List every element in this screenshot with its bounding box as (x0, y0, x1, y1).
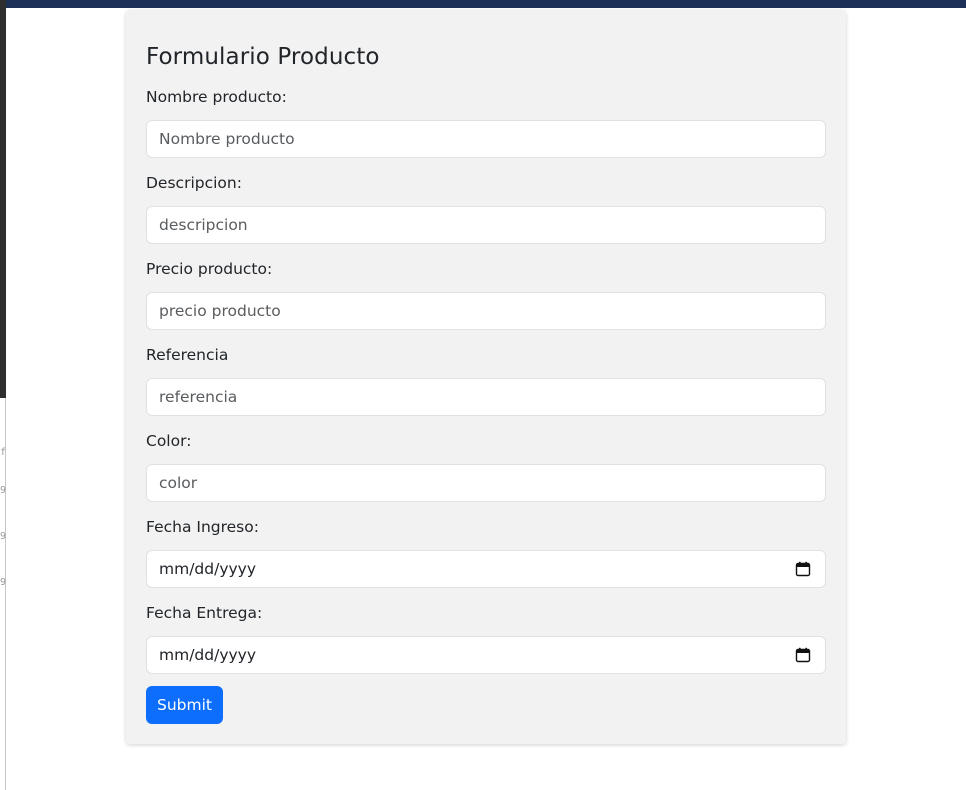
field-fecha-entrega: Fecha Entrega: mm/dd/yyyy (146, 602, 826, 674)
field-color: Color: (146, 430, 826, 502)
color-input[interactable] (146, 464, 826, 502)
nombre-producto-input[interactable] (146, 120, 826, 158)
referencia-label: Referencia (146, 346, 229, 364)
field-referencia: Referencia (146, 344, 826, 416)
fecha-ingreso-date-input[interactable]: mm/dd/yyyy (146, 550, 826, 588)
fecha-entrega-date-input[interactable]: mm/dd/yyyy (146, 636, 826, 674)
fecha-ingreso-label: Fecha Ingreso: (146, 518, 259, 536)
fecha-entrega-date-text: mm/dd/yyyy (159, 646, 257, 664)
color-label: Color: (146, 432, 192, 450)
side-panel-tick: 9 (0, 531, 7, 542)
field-precio-producto: Precio producto: (146, 258, 826, 330)
form-title: Formulario Producto (146, 44, 380, 70)
precio-producto-input[interactable] (146, 292, 826, 330)
descripcion-input[interactable] (146, 206, 826, 244)
fecha-entrega-label: Fecha Entrega: (146, 604, 263, 622)
referencia-input[interactable] (146, 378, 826, 416)
side-panel-tick: 9 (0, 485, 7, 496)
calendar-icon[interactable] (795, 647, 811, 663)
precio-producto-label: Precio producto: (146, 260, 273, 278)
background-window-edge: f 9 9 9 (0, 0, 6, 790)
side-panel-tick: 9 (0, 577, 7, 588)
nombre-producto-label: Nombre producto: (146, 88, 287, 106)
submit-button[interactable]: Submit (146, 686, 223, 724)
descripcion-label: Descripcion: (146, 174, 242, 192)
top-navbar (6, 0, 966, 8)
field-descripcion: Descripcion: (146, 172, 826, 244)
field-nombre-producto: Nombre producto: (146, 86, 826, 158)
field-fecha-ingreso: Fecha Ingreso: mm/dd/yyyy (146, 516, 826, 588)
product-form-card: Formulario Producto Nombre producto: Des… (126, 10, 846, 744)
calendar-icon[interactable] (795, 561, 811, 577)
side-panel-tick: f (0, 447, 7, 458)
fecha-ingreso-date-text: mm/dd/yyyy (159, 560, 257, 578)
